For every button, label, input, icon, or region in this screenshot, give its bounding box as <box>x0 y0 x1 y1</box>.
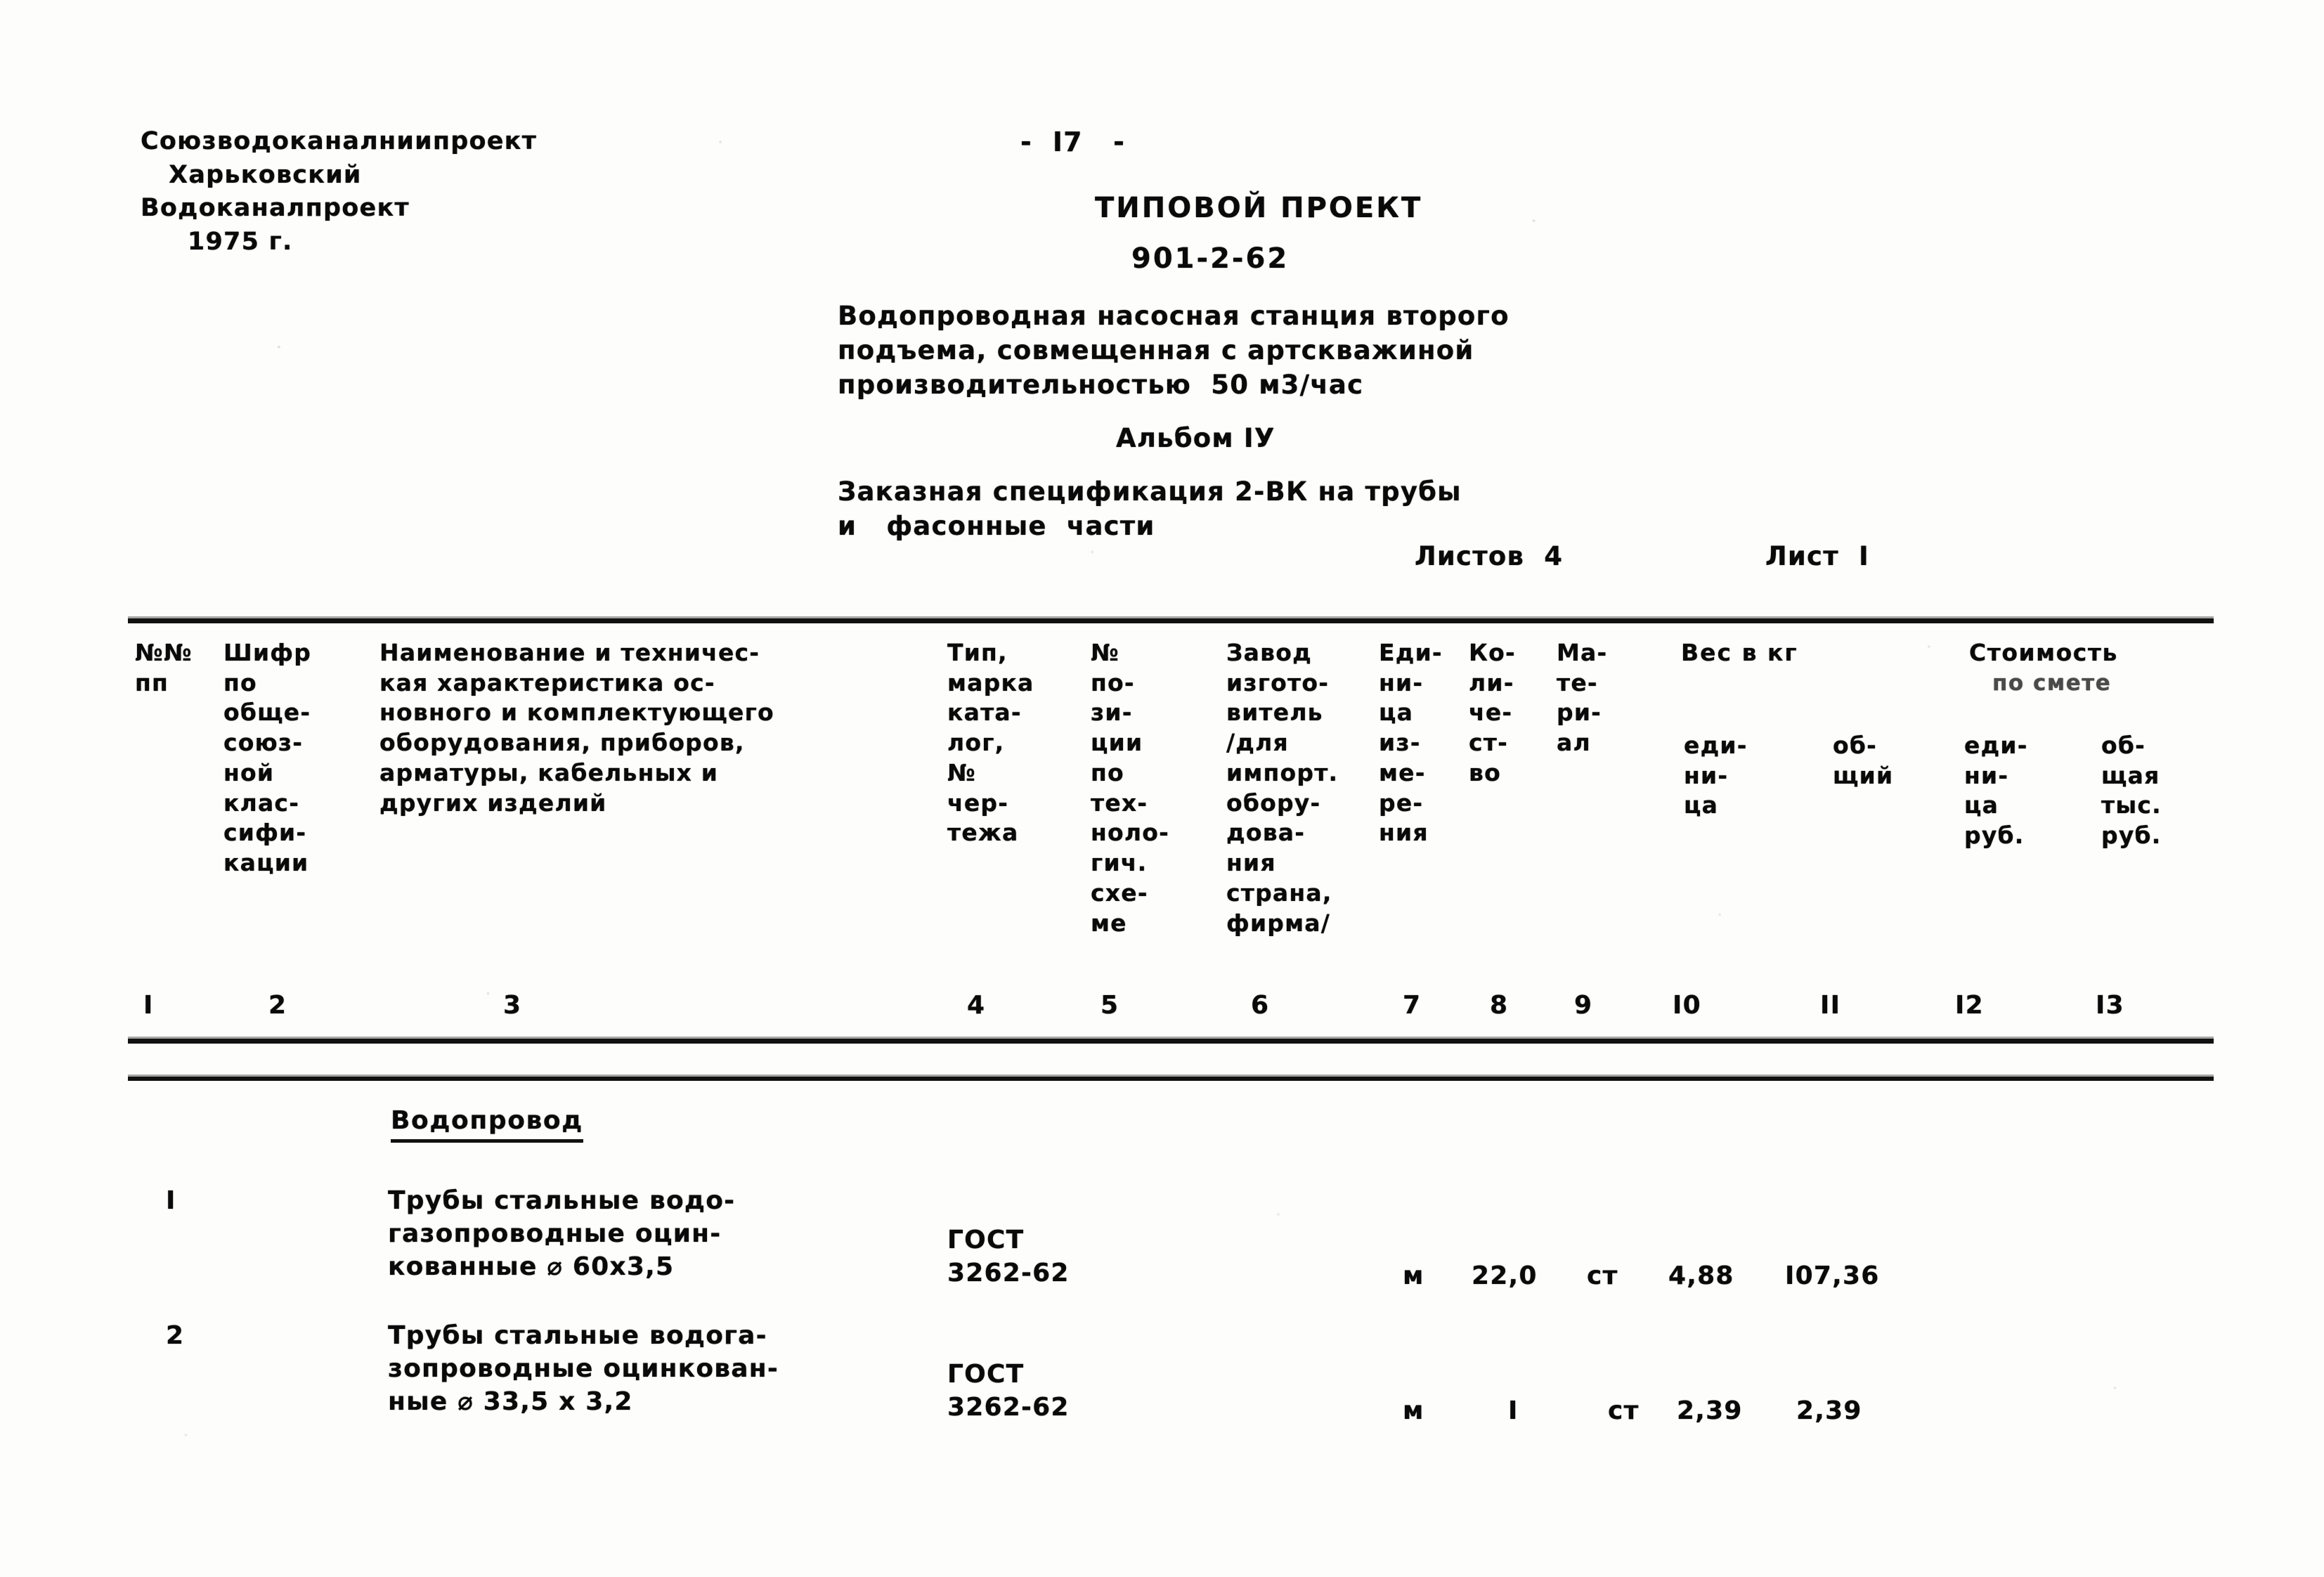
column-header-group-cost-sub: по смете <box>1992 670 2112 696</box>
column-header-quantity: Ко- ли- че- ст- во <box>1469 639 1516 786</box>
column-header-manufacturer: Завод изгото- витель /для импорт. обору-… <box>1226 639 1339 937</box>
table-body-rule <box>128 1075 2214 1081</box>
table-row: ГОСТ 3262-62 <box>947 1226 1070 1287</box>
column-header-cost-unit: еди- ни- ца руб. <box>1964 732 2028 850</box>
column-header-position-number: № по- зи- ции по тех- ноло- гич. схе- ме <box>1091 639 1170 937</box>
column-header-group-weight: Вес в кг <box>1681 639 1798 666</box>
document-page: Союзводоканалниипроект Харьковский Водок… <box>0 0 2324 1577</box>
organization-block: Союзводоканалниипроект Харьковский Водок… <box>141 127 538 256</box>
album-label: Альбом IУ <box>1116 423 1275 453</box>
table-row: ГОСТ 3262-62 <box>947 1360 1070 1422</box>
column-number: I3 <box>2096 991 2124 1020</box>
document-code: 901-2-62 <box>1131 242 1290 275</box>
column-number: 3 <box>503 991 522 1020</box>
table-row: Трубы стальные водога- зопроводные оцинк… <box>388 1321 779 1416</box>
column-number: I2 <box>1955 991 1984 1020</box>
table-row: Трубы стальные водо- газопроводные оцин-… <box>388 1186 736 1281</box>
table-row: ст <box>1587 1261 1618 1290</box>
page-number: - I7 - <box>1020 126 1126 157</box>
column-header-unit-of-measure: Еди- ни- ца из- ме- ре- ния <box>1379 639 1443 847</box>
table-header-rule <box>128 1037 2214 1044</box>
column-header-weight-unit: еди- ни- ца <box>1684 732 1748 819</box>
column-number: I <box>143 991 154 1020</box>
document-description: Водопроводная насосная станция второго п… <box>838 301 1510 401</box>
table-row: м <box>1403 1261 1424 1290</box>
table-row: 4,88 <box>1668 1261 1734 1290</box>
section-heading-water-supply: Водопровод <box>391 1105 583 1143</box>
table-row: 2,39 <box>1677 1396 1743 1425</box>
column-header-item-number: №№ пп <box>135 639 193 696</box>
column-header-description: Наименование и техничес- кая характерист… <box>379 639 774 817</box>
column-header-cost-total: об- щая тыс. руб. <box>2101 732 2162 850</box>
column-number: 9 <box>1574 991 1593 1020</box>
table-row: I07,36 <box>1785 1261 1880 1290</box>
column-header-type-drawing: Тип, марка ката- лог, № чер- тежа <box>947 639 1034 847</box>
table-row: I <box>166 1186 176 1215</box>
column-number: II <box>1820 991 1841 1020</box>
column-number: 5 <box>1101 991 1119 1020</box>
column-header-classification-code: Шифр по обще- союз- ной клас- сифи- каци… <box>223 639 312 877</box>
table-row: 2 <box>166 1321 185 1350</box>
sheets-total-label: Листов 4 <box>1415 541 1564 571</box>
table-top-rule <box>128 616 2214 623</box>
column-header-weight-total: об- щий <box>1833 732 1894 789</box>
sheet-current-label: Лист I <box>1765 541 1869 571</box>
table-row: I <box>1508 1396 1519 1425</box>
column-number: 7 <box>1403 991 1422 1020</box>
table-row: м <box>1403 1396 1424 1425</box>
column-number: I0 <box>1673 991 1701 1020</box>
table-row: 2,39 <box>1796 1396 1862 1425</box>
document-type-title: ТИПОВОЙ ПРОЕКТ <box>1095 192 1423 224</box>
column-header-group-cost: Стоимость <box>1969 639 2118 666</box>
table-row: 22,0 <box>1472 1261 1538 1290</box>
column-number: 2 <box>268 991 287 1020</box>
column-number: 8 <box>1490 991 1509 1020</box>
column-number: 6 <box>1251 991 1270 1020</box>
column-number: 4 <box>967 991 986 1020</box>
column-header-material: Ма- те- ри- ал <box>1557 639 1608 757</box>
table-row: ст <box>1608 1396 1640 1425</box>
specification-title: Заказная спецификация 2-ВК на трубы и фа… <box>838 476 1462 542</box>
